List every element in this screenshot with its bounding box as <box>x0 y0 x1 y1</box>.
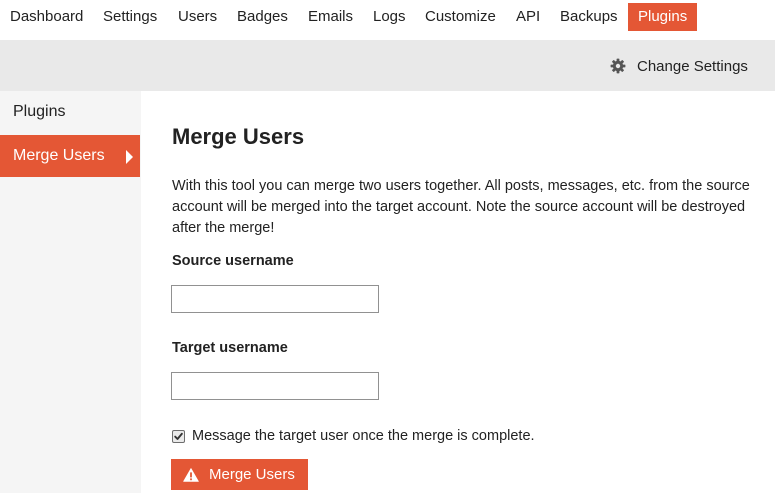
gear-icon <box>610 58 626 74</box>
nav-tab-users[interactable]: Users <box>172 3 223 31</box>
subheader-bar: Change Settings <box>0 40 775 91</box>
nav-tab-emails[interactable]: Emails <box>302 3 359 31</box>
nav-tab-customize[interactable]: Customize <box>419 3 502 31</box>
warning-icon <box>183 467 199 482</box>
caret-right-icon <box>126 150 133 164</box>
page-title: Merge Users <box>172 124 305 149</box>
source-username-input[interactable] <box>171 285 379 313</box>
merge-users-button[interactable]: Merge Users <box>171 459 308 490</box>
main-content: Merge Users With this tool you can merge… <box>141 91 775 493</box>
nav-tab-plugins[interactable]: Plugins <box>628 3 698 31</box>
target-username-label: Target username <box>172 340 288 356</box>
nav-tab-backups[interactable]: Backups <box>554 3 624 31</box>
change-settings-label: Change Settings <box>637 57 748 75</box>
nav-tab-badges[interactable]: Badges <box>231 3 294 31</box>
change-settings-button[interactable]: Change Settings <box>610 56 748 76</box>
checkmark-icon <box>174 432 183 440</box>
nav-tab-settings[interactable]: Settings <box>97 3 163 31</box>
merge-users-button-label: Merge Users <box>209 466 295 483</box>
nav-tab-logs[interactable]: Logs <box>367 3 412 31</box>
top-nav: Dashboard Settings Users Badges Emails L… <box>0 0 775 40</box>
notify-checkbox[interactable] <box>172 429 185 443</box>
sidebar: Plugins Merge Users <box>0 91 141 493</box>
target-username-input[interactable] <box>171 372 379 400</box>
sidebar-item-merge-users[interactable]: Merge Users <box>0 135 140 177</box>
page-description: With this tool you can merge two users t… <box>172 178 750 236</box>
nav-tab-api[interactable]: API <box>510 3 546 31</box>
nav-tab-dashboard[interactable]: Dashboard <box>4 3 89 31</box>
sidebar-item-label: Merge Users <box>13 147 105 164</box>
sidebar-heading: Plugins <box>13 103 66 120</box>
notify-option: Message the target user once the merge i… <box>172 428 535 444</box>
source-username-label: Source username <box>172 253 294 269</box>
notify-checkbox-label: Message the target user once the merge i… <box>192 428 535 444</box>
